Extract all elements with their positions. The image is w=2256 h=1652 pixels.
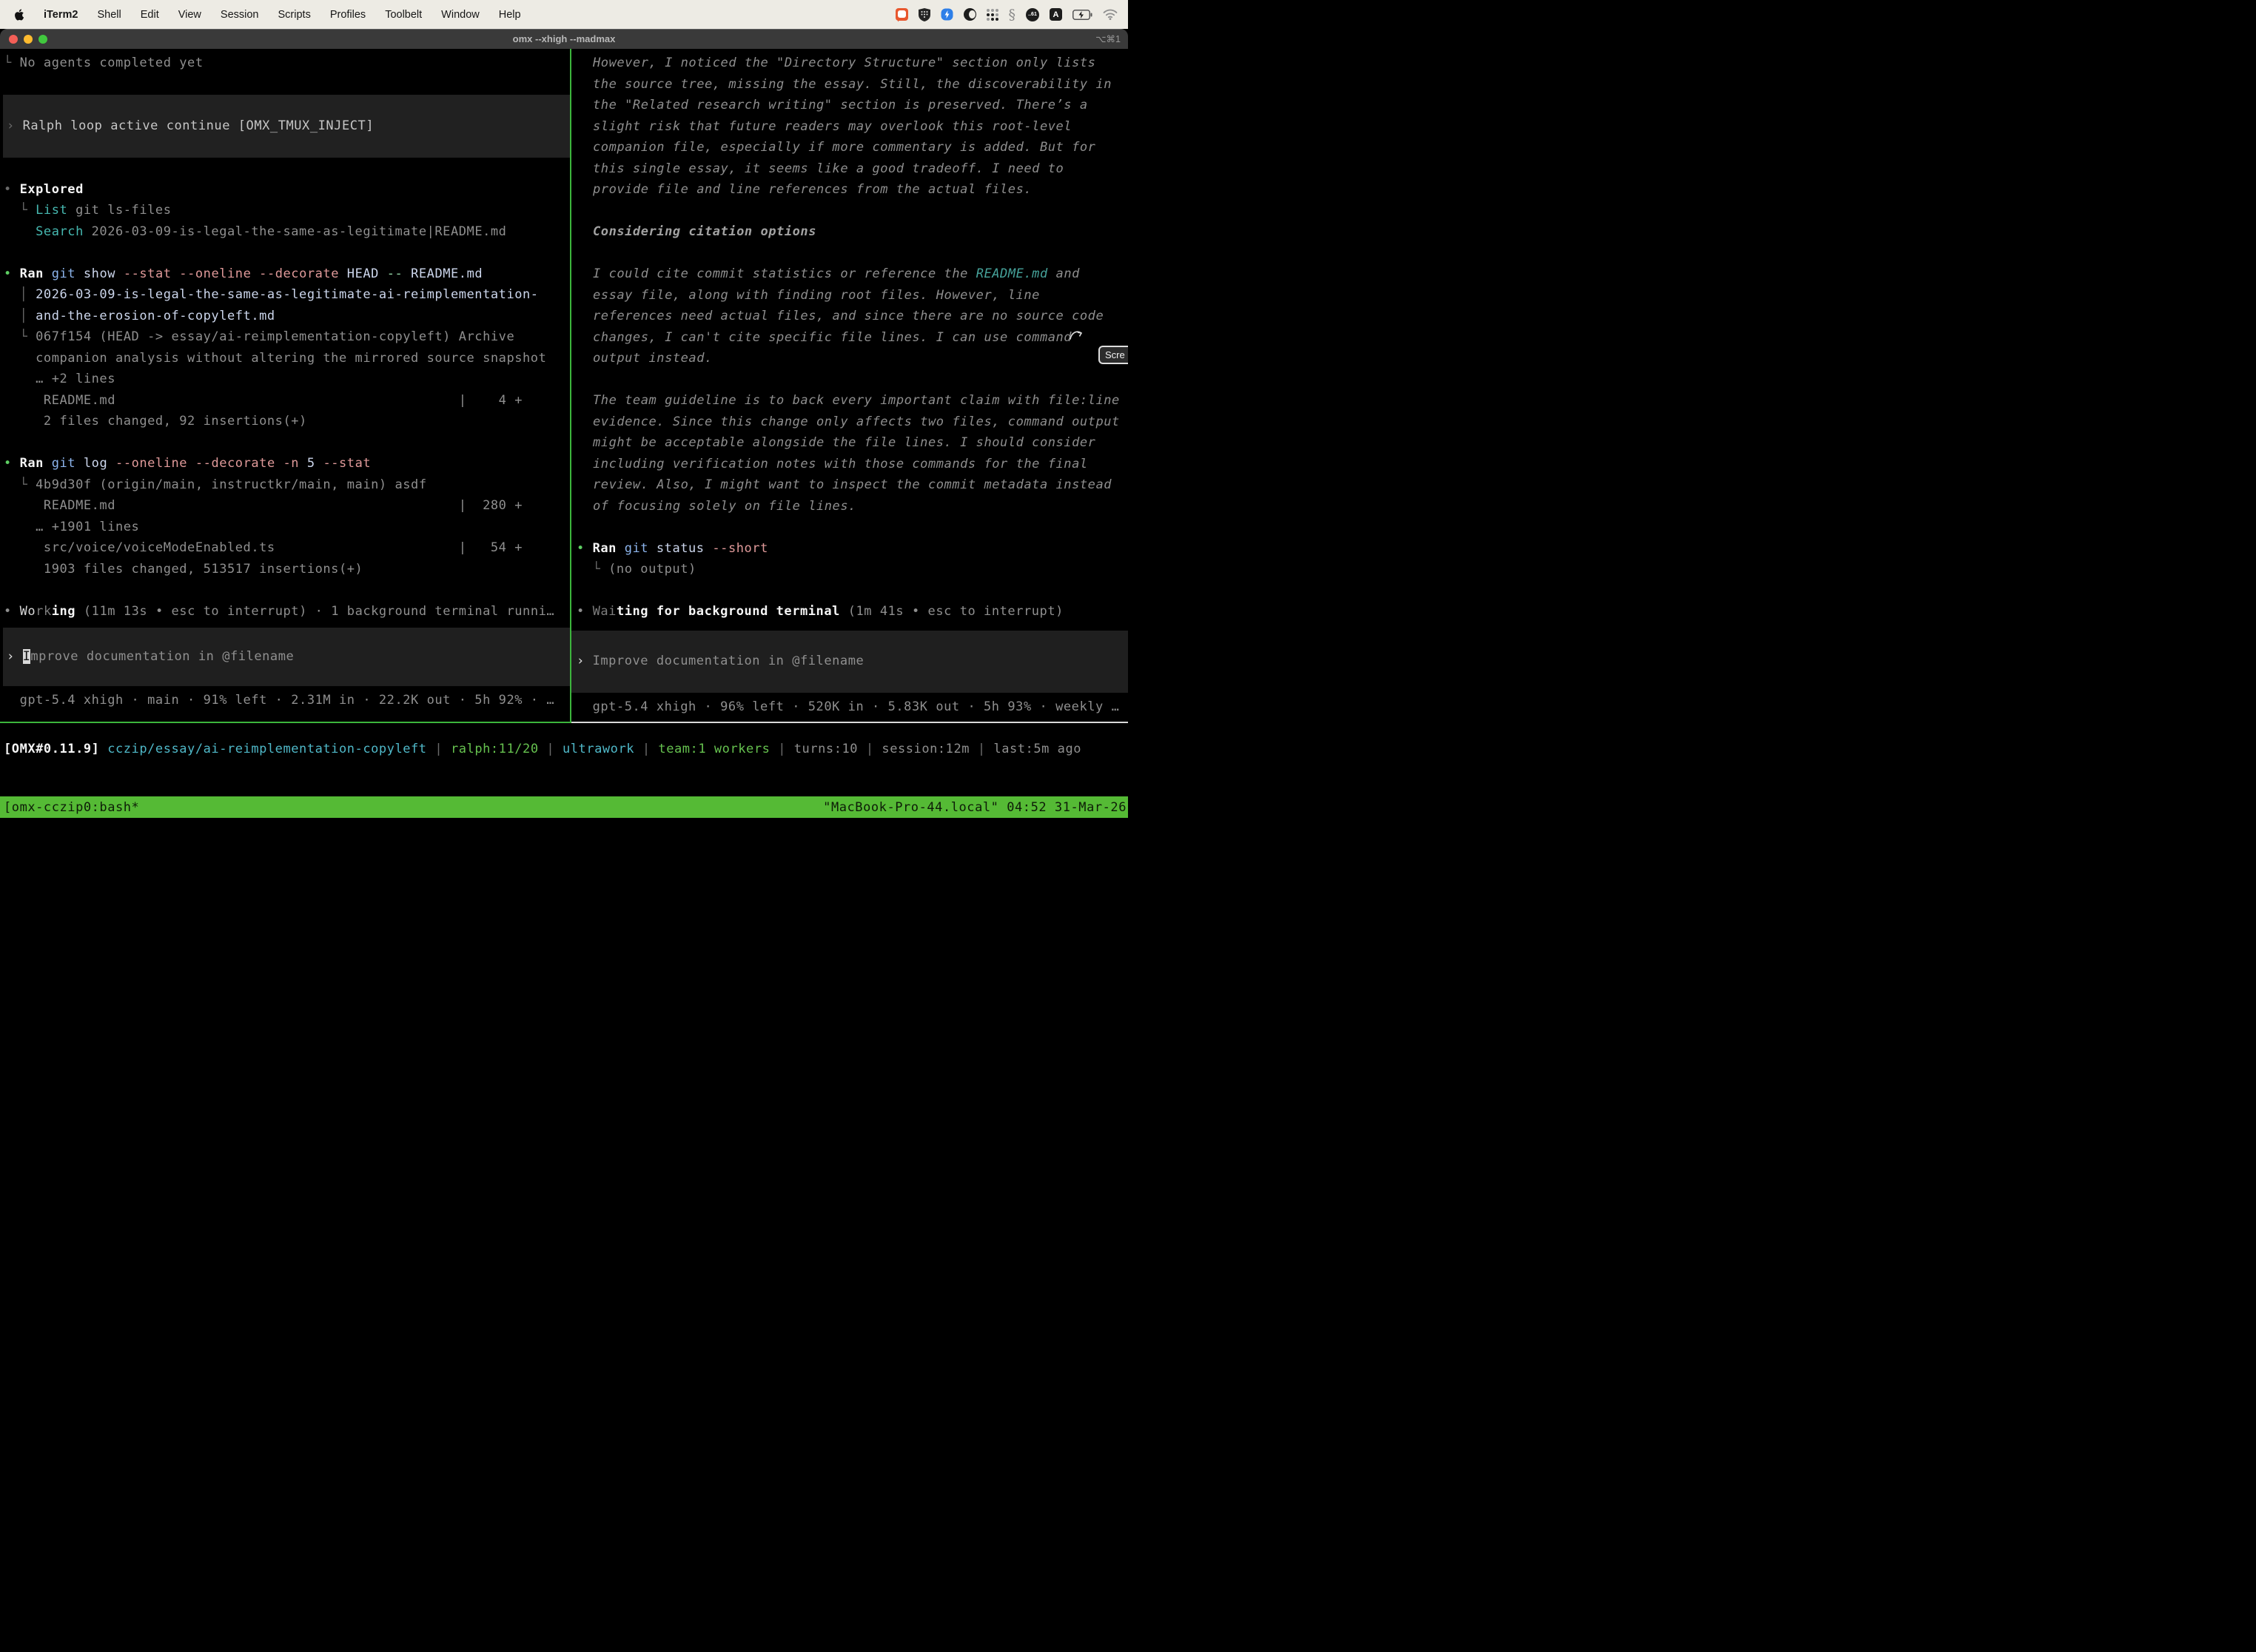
model-status-left: gpt-5.4 xhigh · main · 91% left · 2.31M …	[0, 690, 570, 711]
hotkey-indicator: ⌥⌘1	[1095, 33, 1121, 44]
tmux-host-clock: "MacBook-Pro-44.local" 04:52 31-Mar-26	[823, 800, 1127, 815]
menu-view[interactable]: View	[178, 9, 201, 21]
menu-profiles[interactable]: Profiles	[330, 9, 366, 21]
pane-border-bottom-right	[571, 722, 1128, 723]
prompt-input-right[interactable]: › Improve documentation in @filename	[571, 631, 1128, 693]
contrast-circle-icon[interactable]	[964, 8, 976, 21]
prompt-input-left[interactable]: › Improve documentation in @filename	[3, 628, 570, 686]
close-button[interactable]	[9, 35, 18, 44]
menu-help[interactable]: Help	[499, 9, 521, 21]
apple-menu-icon[interactable]	[13, 8, 24, 21]
minimize-button[interactable]	[24, 35, 33, 44]
terminal: └ No agents completed yet › Ralph loop a…	[0, 49, 1128, 826]
dots-grid-icon[interactable]	[987, 9, 998, 21]
menu-bar: iTerm2 Shell Edit View Session Scripts P…	[0, 0, 1128, 29]
wifi-icon[interactable]	[1103, 9, 1118, 20]
tmux-session-label: [omx-cczip0:bash*	[4, 800, 139, 815]
menu-shell[interactable]: Shell	[97, 9, 121, 21]
pane-divider-vertical[interactable]	[570, 49, 571, 723]
letter-a-icon[interactable]: A	[1050, 8, 1062, 21]
zoom-button[interactable]	[38, 35, 47, 44]
screen-share-button[interactable]: Scre	[1098, 346, 1128, 364]
pane-border-bottom-left	[0, 722, 570, 723]
model-status-right: gpt-5.4 xhigh · 96% left · 520K in · 5.8…	[571, 696, 1128, 718]
tmux-pane-right[interactable]: However, I noticed the "Directory Struct…	[571, 49, 1128, 722]
window-title: omx --xhigh --madmax	[513, 33, 616, 44]
agent-transcript-right: However, I noticed the "Directory Struct…	[571, 53, 1128, 622]
menu-session[interactable]: Session	[221, 9, 259, 21]
lightning-badge-icon[interactable]	[941, 8, 953, 21]
ralph-inject-box: › Ralph loop active continue [OMX_TMUX_I…	[3, 95, 570, 158]
keypad-shield-icon[interactable]	[919, 8, 930, 21]
menu-window[interactable]: Window	[441, 9, 480, 21]
agents-status: └ No agents completed yet	[0, 53, 570, 74]
title-bar[interactable]: omx --xhigh --madmax ⌥⌘1	[0, 29, 1128, 49]
omx-status-line: [OMX#0.11.9] cczip/essay/ai-reimplementa…	[0, 739, 1128, 760]
battery-icon[interactable]	[1072, 10, 1092, 20]
cursor-arrow-icon	[1070, 329, 1083, 344]
menu-toolbelt[interactable]: Toolbelt	[385, 9, 422, 21]
menu-scripts[interactable]: Scripts	[278, 9, 311, 21]
tmux-status-bar: [omx-cczip0:bash* "MacBook-Pro-44.local"…	[0, 796, 1128, 818]
iterm-window: omx --xhigh --madmax ⌥⌘1 └ No agents com…	[0, 29, 1128, 826]
squiggle-icon[interactable]: §	[1009, 7, 1016, 23]
tmux-pane-left[interactable]: └ No agents completed yet › Ralph loop a…	[0, 49, 570, 722]
menu-iterm2[interactable]: iTerm2	[44, 9, 78, 21]
battery-count-icon[interactable]: ..61	[1026, 8, 1039, 21]
chat-app-icon[interactable]	[896, 8, 908, 21]
menu-edit[interactable]: Edit	[141, 9, 159, 21]
agent-transcript-left: • Explored └ List git ls-files Search 20…	[0, 179, 570, 622]
